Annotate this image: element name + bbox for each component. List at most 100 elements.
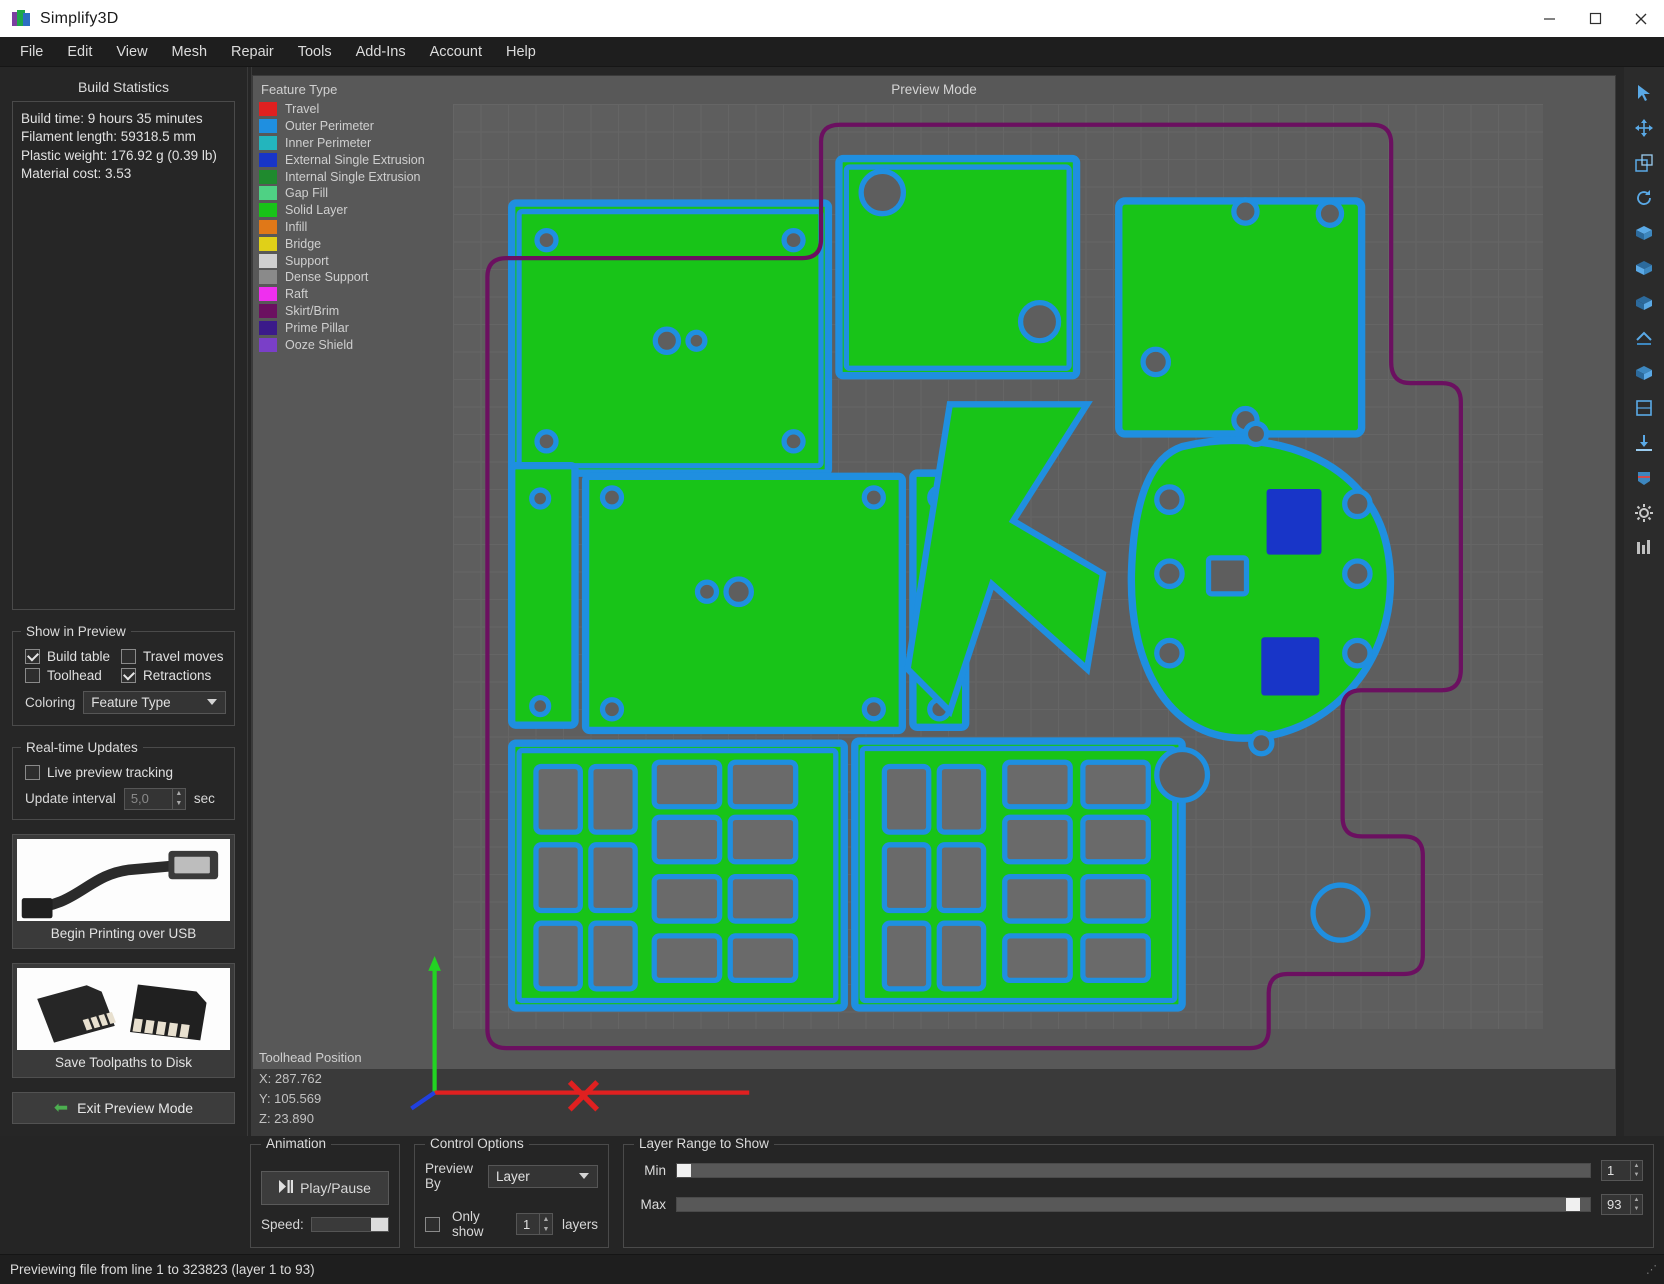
close-button[interactable] [1618, 0, 1664, 37]
animation-group: Animation Play/Pause Speed: [250, 1136, 400, 1248]
build-table-label: Build table [47, 648, 111, 664]
legend-item: Travel [259, 101, 419, 118]
preview-by-value: Layer [496, 1168, 530, 1184]
rotate-icon[interactable] [1628, 182, 1660, 214]
menu-help[interactable]: Help [494, 40, 548, 64]
retractions-checkbox-box[interactable] [121, 667, 136, 683]
update-interval-unit: sec [193, 791, 215, 807]
layer-max-slider[interactable] [676, 1197, 1591, 1212]
view-corner-icon[interactable] [1628, 392, 1660, 424]
toolpath-model [410, 122, 1463, 1112]
layers-label: layers [561, 1216, 598, 1232]
move-icon[interactable] [1628, 112, 1660, 144]
settings-gear-icon[interactable] [1628, 497, 1660, 529]
place-surface-icon[interactable] [1628, 427, 1660, 459]
scale-icon[interactable] [1628, 147, 1660, 179]
legend-item-label: Solid Layer [285, 203, 348, 218]
menu-add-ins[interactable]: Add-Ins [344, 40, 418, 64]
layer-max-knob[interactable] [1566, 1198, 1580, 1211]
minimize-button[interactable] [1526, 0, 1572, 37]
preview-mode-label: Preview Mode [891, 82, 977, 97]
status-text: Previewing file from line 1 to 323823 (l… [10, 1262, 315, 1277]
legend-color-swatch [259, 236, 277, 251]
speed-slider[interactable] [310, 1216, 389, 1232]
toolhead-checkbox-box[interactable] [25, 667, 40, 683]
only-show-stepper[interactable]: ▲ ▼ [538, 1214, 552, 1234]
menu-file[interactable]: File [8, 40, 55, 64]
layer-max-input[interactable]: 93 ▲ ▼ [1601, 1194, 1643, 1215]
maximize-button[interactable] [1572, 0, 1618, 37]
layer-max-row: Max 93 ▲ ▼ [634, 1194, 1643, 1215]
cross-section-icon[interactable] [1628, 462, 1660, 494]
only-show-value: 1 [523, 1216, 531, 1232]
sd-card-thumbnail [17, 967, 230, 1050]
legend-item: Internal Single Extrusion [259, 168, 421, 185]
menu-repair[interactable]: Repair [219, 40, 286, 64]
legend-color-swatch [259, 253, 277, 268]
menu-edit[interactable]: Edit [55, 40, 104, 64]
stat-filament-length: Filament length: 59318.5 mm [21, 129, 196, 145]
checkbox-travel-moves[interactable]: Travel moves [121, 648, 224, 664]
view-side-icon[interactable] [1628, 287, 1660, 319]
resize-grip-icon[interactable]: ⋰ [1646, 1263, 1658, 1276]
layer-min-input[interactable]: 1 ▲ ▼ [1601, 1160, 1643, 1181]
layer-min-stepper[interactable]: ▲ ▼ [1630, 1161, 1642, 1180]
legend-item: Inner Perimeter [259, 135, 419, 152]
checkbox-retractions[interactable]: Retractions [121, 667, 211, 683]
legend-color-swatch [259, 119, 277, 134]
layer-min-label: Min [644, 1163, 666, 1178]
coloring-select[interactable]: Feature Type [83, 690, 226, 714]
stat-plastic-weight: Plastic weight: 176.92 g (0.39 lb) [21, 147, 217, 163]
checkbox-live-preview[interactable]: Live preview tracking [25, 764, 226, 780]
layer-max-label: Max [640, 1197, 666, 1212]
speed-label: Speed: [261, 1216, 304, 1232]
build-statistics-box: Build time: 9 hours 35 minutes Filament … [12, 101, 235, 610]
update-interval-label: Update interval [25, 791, 116, 807]
viewport-wrapper: Preview Mode Feature Type Travel Outer P… [252, 67, 1624, 1136]
preview-by-select[interactable]: Layer [488, 1164, 598, 1188]
travel-moves-checkbox-box[interactable] [121, 648, 136, 664]
layers-icon[interactable] [1628, 532, 1660, 564]
legend-color-swatch [259, 135, 277, 150]
speed-slider-knob[interactable] [371, 1217, 388, 1231]
toolhead-position-readout: Toolhead Position X: 287.762 Y: 105.569 … [259, 1048, 362, 1129]
realtime-updates-legend: Real-time Updates [26, 739, 138, 755]
view-top-icon[interactable] [1628, 217, 1660, 249]
save-toolpaths-to-disk-button[interactable]: Save Toolpaths to Disk [12, 962, 235, 1078]
update-interval-input[interactable]: 5,0 ▲ ▼ [123, 787, 186, 810]
app-title: Simplify3D [40, 9, 119, 27]
build-table-checkbox-box[interactable] [25, 648, 40, 664]
legend-item: Infill [259, 219, 419, 236]
layer-max-value: 93 [1607, 1197, 1622, 1212]
only-show-checkbox-box[interactable] [425, 1216, 440, 1232]
exit-preview-mode-button[interactable]: ⬅ Exit Preview Mode [12, 1091, 235, 1124]
layer-range-group: Layer Range to Show Min 1 ▲ ▼ Max 93 ▲ ▼ [623, 1136, 1654, 1248]
only-show-label: Only show [452, 1209, 484, 1239]
view-iso-icon[interactable] [1628, 322, 1660, 354]
update-interval-stepper[interactable]: ▲ ▼ [171, 788, 185, 809]
legend-color-swatch [259, 169, 277, 184]
3d-viewport[interactable]: Preview Mode Feature Type Travel Outer P… [252, 75, 1616, 1136]
menu-account[interactable]: Account [418, 40, 494, 64]
menu-tools[interactable]: Tools [286, 40, 344, 64]
title-bar: Simplify3D [0, 0, 1664, 37]
view-front-icon[interactable] [1628, 252, 1660, 284]
layer-min-knob[interactable] [677, 1164, 691, 1177]
checkbox-toolhead[interactable]: Toolhead [25, 667, 121, 683]
layer-min-slider[interactable] [676, 1163, 1591, 1178]
checkbox-build-table[interactable]: Build table [25, 648, 121, 664]
layer-max-stepper[interactable]: ▲ ▼ [1630, 1195, 1642, 1214]
show-in-preview-legend: Show in Preview [26, 623, 126, 639]
animation-legend: Animation [261, 1136, 332, 1151]
begin-printing-over-usb-button[interactable]: Begin Printing over USB [12, 833, 235, 949]
play-pause-button[interactable]: Play/Pause [261, 1170, 389, 1205]
menu-view[interactable]: View [104, 40, 159, 64]
view-bottom-icon[interactable] [1628, 357, 1660, 389]
only-show-input[interactable]: 1 ▲ ▼ [516, 1213, 553, 1235]
menu-mesh[interactable]: Mesh [160, 40, 219, 64]
legend-item-label: Internal Single Extrusion [285, 169, 421, 184]
build-statistics-title: Build Statistics [77, 79, 170, 95]
legend-item-label: Bridge [285, 236, 322, 251]
live-preview-checkbox-box[interactable] [25, 764, 40, 780]
cursor-select-icon[interactable] [1628, 77, 1660, 109]
